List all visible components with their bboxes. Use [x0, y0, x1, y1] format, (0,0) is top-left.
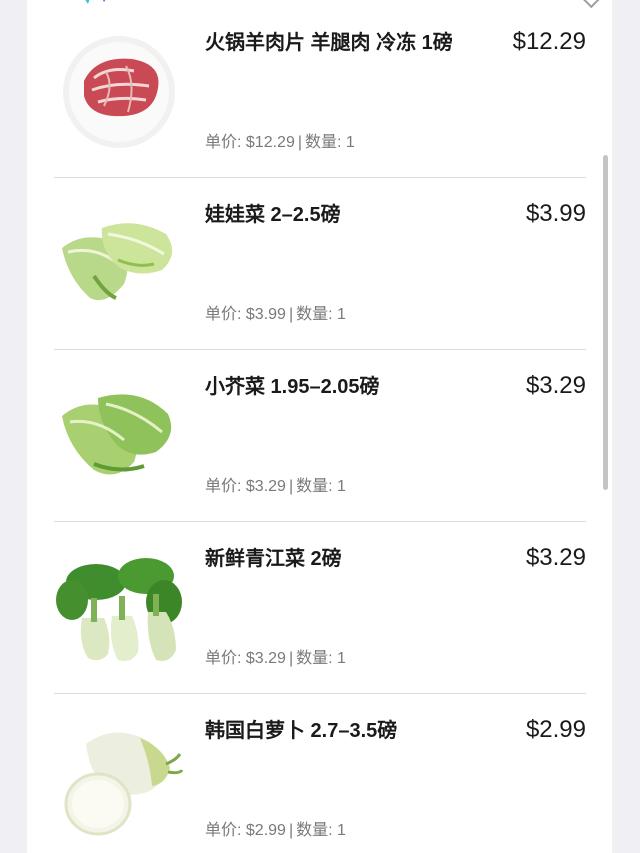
- quantity-label: 数量:: [296, 478, 333, 495]
- list-item[interactable]: 娃娃菜 2–2.5磅 $3.99 单价: $3.99 | 数量: 1: [54, 178, 586, 350]
- korean-radish-icon[interactable]: [54, 714, 184, 844]
- product-price: $3.29: [525, 544, 586, 571]
- lamb-slices-plate-icon[interactable]: [54, 26, 184, 156]
- unit-price-value: $3.99: [245, 306, 286, 323]
- product-price: $3.29: [525, 372, 586, 399]
- vertical-scrollbar[interactable]: [603, 155, 608, 490]
- mustard-greens-icon[interactable]: [54, 370, 184, 500]
- meta-separator: |: [288, 650, 294, 667]
- product-name[interactable]: 小芥菜 1.95–2.05磅: [205, 372, 475, 402]
- meta-separator: |: [288, 822, 294, 839]
- bok-choy-icon[interactable]: [54, 542, 184, 672]
- list-item[interactable]: 小芥菜 1.95–2.05磅 $3.29 单价: $3.29 | 数量: 1: [54, 350, 586, 522]
- product-price: $2.99: [525, 716, 586, 743]
- unit-price-label: 单价:: [205, 822, 242, 839]
- product-name[interactable]: 火锅羊肉片 羊腿肉 冷冻 1磅: [205, 28, 475, 58]
- product-list: 火锅羊肉片 羊腿肉 冷冻 1磅 $12.29 单价: $12.29 | 数量: 1 …: [54, 6, 586, 853]
- unit-price-value: $12.29: [245, 134, 295, 151]
- product-name[interactable]: 韩国白萝卜 2.7–3.5磅: [205, 716, 475, 746]
- product-meta: 单价: $3.29 | 数量: 1: [205, 648, 346, 670]
- meta-separator: |: [288, 478, 294, 495]
- list-item[interactable]: 韩国白萝卜 2.7–3.5磅 $2.99 单价: $2.99 | 数量: 1: [54, 694, 586, 853]
- quantity-label: 数量:: [305, 134, 342, 151]
- product-meta: 单价: $3.29 | 数量: 1: [205, 476, 346, 498]
- unit-price-value: $3.29: [245, 650, 286, 667]
- product-name[interactable]: 新鲜青江菜 2磅: [205, 544, 475, 574]
- unit-price-label: 单价:: [205, 134, 242, 151]
- meta-separator: |: [288, 306, 294, 323]
- meta-separator: |: [297, 134, 302, 151]
- product-name[interactable]: 娃娃菜 2–2.5磅: [205, 200, 475, 230]
- unit-price-value: $2.99: [245, 822, 286, 839]
- quantity-label: 数量:: [296, 822, 333, 839]
- product-price: $3.99: [525, 200, 586, 227]
- quantity-value: 1: [337, 478, 346, 495]
- product-price: $12.29: [512, 28, 586, 55]
- unit-price-label: 单价:: [205, 478, 242, 495]
- product-meta: 单价: $3.99 | 数量: 1: [205, 304, 346, 326]
- quantity-value: 1: [337, 650, 346, 667]
- quantity-label: 数量:: [296, 306, 333, 323]
- unit-price-label: 单价:: [205, 650, 242, 667]
- quantity-value: 1: [345, 134, 355, 151]
- quantity-label: 数量:: [296, 650, 333, 667]
- list-item[interactable]: 新鲜青江菜 2磅 $3.29 单价: $3.29 | 数量: 1: [54, 522, 586, 694]
- order-items-panel: 火锅羊肉片 羊腿肉 冷冻 1磅 $12.29 单价: $12.29 | 数量: 1 …: [27, 0, 612, 853]
- baby-napa-cabbage-icon[interactable]: [54, 198, 184, 328]
- list-item[interactable]: 火锅羊肉片 羊腿肉 冷冻 1磅 $12.29 单价: $12.29 | 数量: 1: [54, 6, 586, 178]
- unit-price-label: 单价:: [205, 306, 242, 323]
- quantity-value: 1: [337, 822, 346, 839]
- product-meta: 单价: $2.99 | 数量: 1: [205, 820, 346, 842]
- unit-price-value: $3.29: [245, 478, 286, 495]
- quantity-value: 1: [337, 306, 346, 323]
- product-meta: 单价: $12.29 | 数量: 1: [205, 132, 355, 154]
